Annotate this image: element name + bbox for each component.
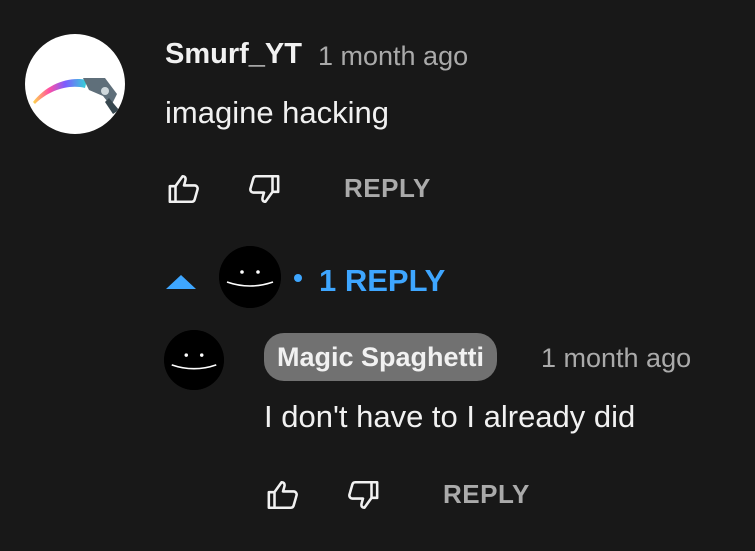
avatar[interactable] (25, 34, 125, 134)
reply-text: I don't have to I already did (264, 399, 636, 434)
reply-timestamp[interactable]: 1 month ago (541, 343, 691, 374)
caret-up-icon[interactable] (166, 275, 196, 289)
thumbs-down-icon (348, 480, 379, 510)
like-button[interactable] (263, 475, 303, 515)
comments-section: Smurf_YT 1 month ago imagine hacking REP… (0, 0, 755, 551)
smiley-face-icon (164, 330, 224, 390)
thumbs-down-icon (249, 174, 280, 204)
comment-author[interactable]: Smurf_YT (165, 38, 302, 71)
like-button[interactable] (164, 169, 204, 209)
separator-dot (294, 274, 302, 282)
reply-button[interactable]: REPLY (443, 479, 530, 510)
avatar (219, 246, 281, 308)
smiley-face-icon (219, 246, 281, 308)
dislike-button[interactable] (244, 169, 284, 209)
thumbs-up-icon (267, 480, 298, 510)
thumbs-up-icon (168, 174, 199, 204)
view-replies-label[interactable]: 1 REPLY (319, 263, 445, 299)
reply-button[interactable]: REPLY (344, 173, 431, 204)
karambit-knife-icon (33, 78, 119, 114)
comment-text: imagine hacking (165, 95, 390, 130)
reply-author[interactable]: Magic Spaghetti (264, 333, 498, 381)
avatar[interactable] (164, 330, 224, 390)
dislike-button[interactable] (343, 475, 383, 515)
comment-timestamp[interactable]: 1 month ago (318, 41, 468, 72)
